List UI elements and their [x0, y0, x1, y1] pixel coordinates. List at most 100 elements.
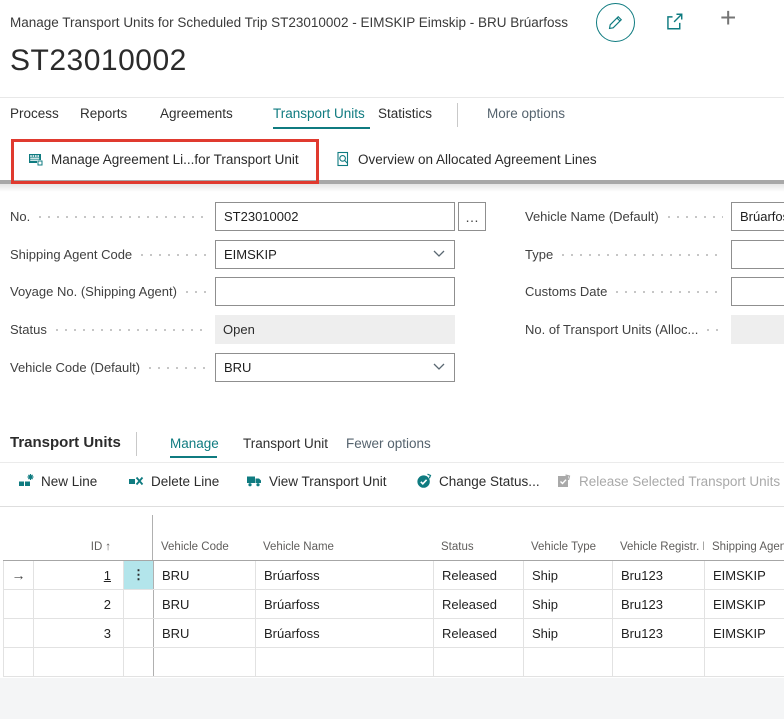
dotted-leader: [562, 254, 723, 256]
cell-shipping-agent-code[interactable]: EIMSKIP: [705, 561, 784, 589]
tab-agreements[interactable]: Agreements: [160, 106, 233, 121]
change-status-label: Change Status...: [439, 474, 540, 489]
voyage-no-field[interactable]: [215, 277, 455, 306]
chevron-down-icon[interactable]: [433, 250, 445, 258]
header-cell-menu: [123, 515, 153, 560]
subtab-transport-unit[interactable]: Transport Unit: [243, 436, 328, 451]
view-transport-unit-label: View Transport Unit: [269, 474, 387, 489]
field-label-voyage-no: Voyage No. (Shipping Agent): [10, 277, 212, 306]
field-label-type: Type: [525, 240, 727, 269]
shipping-agent-code-field[interactable]: [215, 240, 455, 269]
customs-date-field[interactable]: [731, 277, 784, 306]
row-menu-cell[interactable]: [124, 590, 154, 618]
field-label-vehicle-code: Vehicle Code (Default): [10, 353, 212, 382]
dotted-leader: [56, 329, 208, 331]
cell-vehicle-code[interactable]: BRU: [154, 590, 256, 618]
cell-vehicle-name[interactable]: Brúarfoss: [256, 619, 434, 647]
dotted-leader: [141, 254, 208, 256]
cell-id[interactable]: 2: [34, 590, 124, 618]
tab-transport-units[interactable]: Transport Units: [273, 106, 365, 121]
document-search-icon: [335, 151, 351, 167]
release-check-icon: [556, 473, 572, 489]
new-line-button[interactable]: New Line: [18, 473, 97, 489]
change-status-button[interactable]: Change Status...: [416, 473, 540, 489]
type-field[interactable]: [731, 240, 784, 269]
dotted-leader: [149, 367, 208, 369]
dotted-leader: [616, 291, 723, 293]
cell-status[interactable]: Released: [434, 619, 524, 647]
dotted-leader: [668, 216, 723, 218]
header-cell-status[interactable]: Status: [433, 515, 523, 560]
cell-vehicle-type[interactable]: Ship: [524, 561, 613, 589]
new-line-label: New Line: [41, 474, 97, 489]
grid-footer-area: [0, 678, 784, 719]
tab-process[interactable]: Process: [10, 106, 59, 121]
vehicle-code-field[interactable]: [215, 353, 455, 382]
red-annotation-box: [11, 139, 319, 184]
field-label-shipping-agent-code: Shipping Agent Code: [10, 240, 212, 269]
field-label-vehicle-name: Vehicle Name (Default): [525, 202, 727, 231]
cell-id[interactable]: 1: [34, 561, 124, 589]
divider-shadow: [0, 184, 784, 192]
cell-vehicle-registr-no[interactable]: Bru123: [613, 619, 705, 647]
divider: [0, 506, 784, 507]
cell-vehicle-code[interactable]: BRU: [154, 619, 256, 647]
tab-statistics[interactable]: Statistics: [378, 106, 432, 121]
subtab-manage[interactable]: Manage: [170, 436, 219, 451]
dotted-leader: [186, 291, 208, 293]
cell-vehicle-type[interactable]: Ship: [524, 619, 613, 647]
table-row[interactable]: 3 BRU Brúarfoss Released Ship Bru123 EIM…: [3, 619, 784, 648]
divider: [136, 432, 137, 456]
delete-line-button[interactable]: Delete Line: [128, 473, 219, 489]
more-options-button[interactable]: More options: [487, 106, 565, 121]
dotted-leader: [707, 329, 723, 331]
share-icon: [664, 11, 685, 32]
cell-status[interactable]: Released: [434, 561, 524, 589]
delete-line-label: Delete Line: [151, 474, 219, 489]
header-cell-vehicle-type[interactable]: Vehicle Type: [523, 515, 612, 560]
share-button[interactable]: [664, 11, 685, 32]
cell-status[interactable]: Released: [434, 590, 524, 618]
header-cell-vehicle-name[interactable]: Vehicle Name: [255, 515, 433, 560]
row-pointer-cell: →: [4, 561, 34, 589]
cell-vehicle-name[interactable]: Brúarfoss: [256, 561, 434, 589]
table-row[interactable]: → 1 ⋮ BRU Brúarfoss Released Ship Bru123…: [3, 561, 784, 590]
active-subtab-underline: [170, 456, 217, 458]
truck-icon: [246, 473, 262, 489]
overview-allocated-agreement-lines-button[interactable]: Overview on Allocated Agreement Lines: [335, 151, 597, 167]
divider: [457, 103, 458, 127]
cell-vehicle-type[interactable]: Ship: [524, 590, 613, 618]
table-row[interactable]: 2 BRU Brúarfoss Released Ship Bru123 EIM…: [3, 590, 784, 619]
no-field[interactable]: [215, 202, 455, 231]
row-pointer-cell: [4, 619, 34, 647]
window-caption: Manage Transport Units for Scheduled Tri…: [10, 15, 568, 30]
chevron-down-icon[interactable]: [433, 363, 445, 371]
header-cell-shipping-agent-code[interactable]: Shipping Agent Code: [704, 515, 784, 560]
vehicle-name-field[interactable]: [731, 202, 784, 231]
cell-id[interactable]: 3: [34, 619, 124, 647]
release-selected-transport-units-label: Release Selected Transport Units: [579, 474, 780, 489]
header-cell-vehicle-registr-no[interactable]: Vehicle Registr. No.: [612, 515, 704, 560]
cell-vehicle-registr-no[interactable]: Bru123: [613, 561, 705, 589]
row-menu-button[interactable]: ⋮: [124, 561, 154, 589]
cell-shipping-agent-code[interactable]: EIMSKIP: [705, 619, 784, 647]
row-menu-cell[interactable]: [124, 619, 154, 647]
cell-shipping-agent-code[interactable]: EIMSKIP: [705, 590, 784, 618]
edit-button[interactable]: [596, 3, 635, 42]
table-row-empty[interactable]: [3, 648, 784, 677]
cell-vehicle-code[interactable]: BRU: [154, 561, 256, 589]
table-header-row: ID ↑ Vehicle Code Vehicle Name Status Ve…: [3, 515, 784, 561]
cell-vehicle-registr-no[interactable]: Bru123: [613, 590, 705, 618]
view-transport-unit-button[interactable]: View Transport Unit: [246, 473, 387, 489]
tab-reports[interactable]: Reports: [80, 106, 127, 121]
assist-edit-button[interactable]: …: [458, 202, 486, 231]
add-button[interactable]: +: [720, 2, 736, 34]
header-cell-id[interactable]: ID ↑: [33, 515, 123, 560]
cell-vehicle-name[interactable]: Brúarfoss: [256, 590, 434, 618]
subtab-fewer-options[interactable]: Fewer options: [346, 436, 431, 451]
header-cell-vehicle-code[interactable]: Vehicle Code: [153, 515, 255, 560]
no-of-transport-units-field: [731, 315, 784, 344]
release-selected-transport-units-button[interactable]: Release Selected Transport Units: [556, 473, 780, 489]
sort-ascending-icon: ↑: [105, 541, 111, 555]
dotted-leader: [39, 216, 208, 218]
